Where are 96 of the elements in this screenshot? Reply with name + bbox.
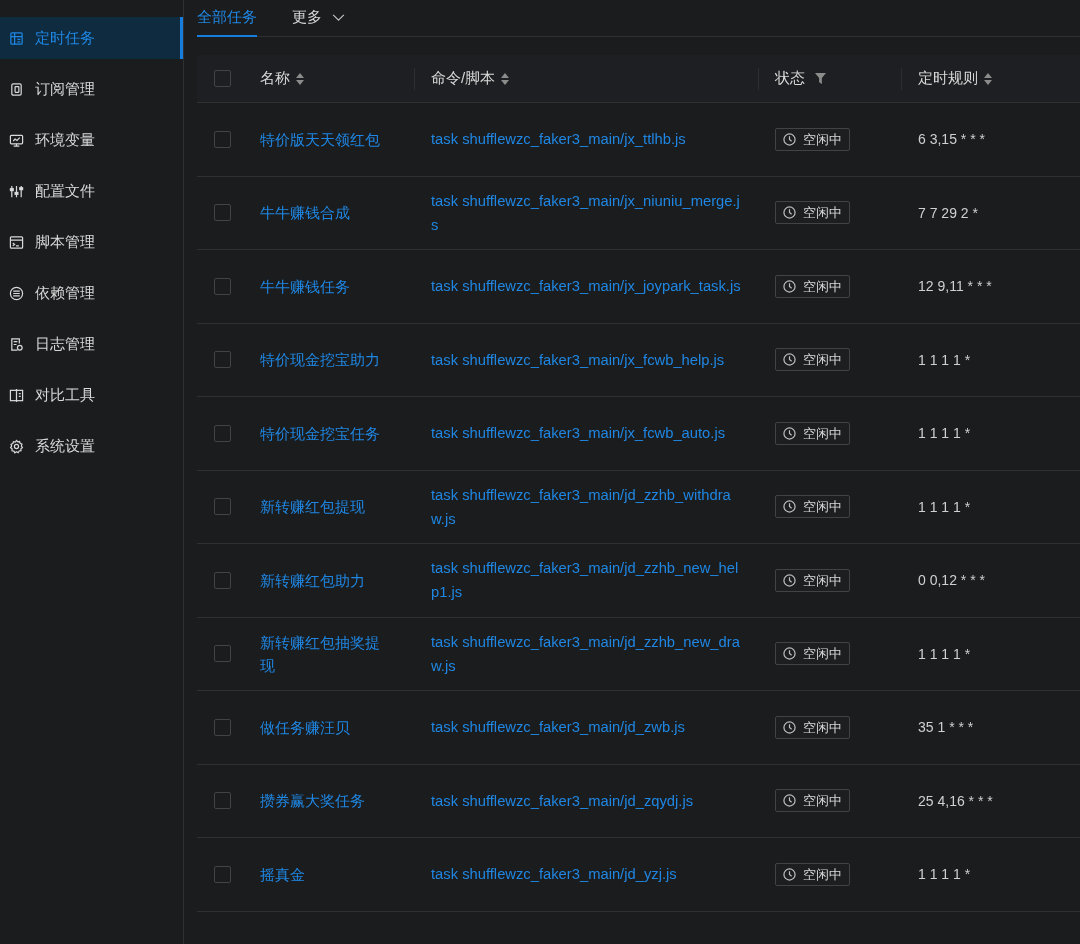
clock-icon [783, 206, 796, 220]
clock-icon [783, 279, 796, 293]
checkbox[interactable] [214, 571, 231, 589]
schedule-text: 7 7 29 2 * [918, 204, 978, 221]
calendar-icon [9, 30, 24, 46]
split-panel-icon [9, 387, 24, 403]
book-icon [9, 81, 24, 97]
clock-icon [783, 867, 796, 881]
status-text: 空闲中 [803, 204, 842, 222]
status-text: 空闲中 [803, 130, 842, 149]
status-text: 空闲中 [803, 277, 842, 296]
status-text: 空闲中 [803, 792, 842, 810]
status-text: 空闲中 [803, 424, 842, 443]
column-header: 定时规则 [918, 68, 978, 89]
command-link[interactable]: task shufflewzc_faker3_main/jx_fcwb_auto.js [431, 421, 743, 446]
schedule-text: 1 1 1 1 * [918, 425, 971, 442]
sidebar-item[interactable]: 配置文件 [0, 170, 183, 212]
command-link[interactable]: task shufflewzc_faker3_main/jx_niuniu_merge.js [431, 188, 743, 237]
checkbox[interactable] [214, 70, 231, 87]
column-header: 名称 [260, 68, 290, 89]
sort-icon[interactable] [501, 72, 510, 85]
task-name-link[interactable]: 特价现金挖宝助力 [260, 348, 390, 372]
sidebar-item[interactable]: 系统设置 [0, 425, 183, 467]
settings-icon [9, 438, 24, 454]
list-circle-icon [9, 285, 24, 301]
sidebar-item[interactable]: 定时任务 [0, 17, 183, 59]
status-text: 空闲中 [803, 718, 842, 737]
column-header: 状态 [775, 68, 805, 89]
schedule-text: 6 3,15 * * * [918, 131, 985, 148]
status-text: 空闲中 [803, 571, 842, 590]
command-link[interactable]: task shufflewzc_faker3_main/jd_yzj.js [431, 862, 743, 887]
sidebar-item[interactable]: 环境变量 [0, 119, 183, 161]
monitor-icon [9, 132, 24, 148]
clock-icon [783, 500, 796, 514]
sliders-icon [9, 183, 24, 199]
sidebar-item[interactable]: 订阅管理 [0, 68, 183, 110]
clock-icon [783, 573, 796, 587]
command-link[interactable]: task shufflewzc_faker3_main/jd_zzhb_new_draw.js [431, 629, 743, 678]
schedule-text: 1 1 1 1 * [918, 351, 971, 368]
task-name-link[interactable]: 牛牛赚钱合成 [260, 201, 390, 225]
command-link[interactable]: task shufflewzc_faker3_main/jd_zzhb_new_help1.js [431, 556, 743, 605]
checkbox[interactable] [214, 498, 231, 516]
sidebar-item[interactable]: 脚本管理 [0, 221, 183, 263]
command-link[interactable]: task shufflewzc_faker3_main/jx_ttlhb.js [431, 127, 743, 152]
clock-icon [783, 132, 796, 146]
command-link[interactable]: task shufflewzc_faker3_main/jd_zqydj.js [431, 788, 743, 813]
checkbox[interactable] [214, 277, 231, 295]
task-name-link[interactable]: 特价现金挖宝任务 [260, 421, 390, 445]
task-name-link[interactable]: 牛牛赚钱任务 [260, 274, 390, 298]
checkbox[interactable] [214, 130, 231, 148]
schedule-text: 0 0,12 * * * [918, 572, 985, 589]
status-text: 空闲中 [803, 351, 842, 369]
checkbox[interactable] [214, 718, 231, 736]
task-name-link[interactable]: 摇真金 [260, 862, 390, 886]
checkbox[interactable] [214, 865, 231, 883]
filter-icon[interactable] [815, 73, 826, 84]
schedule-text: 25 4,16 * * * [918, 792, 993, 809]
status-text: 空闲中 [803, 498, 842, 516]
tab[interactable]: 更多 [292, 0, 345, 37]
tab[interactable]: 全部任务 [197, 0, 257, 37]
chevron-down-icon [332, 13, 345, 22]
checkbox[interactable] [214, 204, 231, 222]
clock-icon [783, 647, 796, 661]
clock-icon [783, 426, 796, 440]
command-link[interactable]: task shufflewzc_faker3_main/jx_fcwb_help.js [431, 347, 743, 372]
task-name-link[interactable]: 攒券赢大奖任务 [260, 789, 390, 813]
checkbox[interactable] [214, 424, 231, 442]
schedule-text: 1 1 1 1 * [918, 866, 971, 883]
sort-icon[interactable] [296, 72, 304, 85]
status-text: 空闲中 [803, 645, 842, 663]
schedule-text: 35 1 * * * [918, 719, 974, 736]
checkbox[interactable] [214, 645, 231, 663]
schedule-text: 12 9,11 * * * [918, 278, 992, 295]
code-window-icon [9, 234, 24, 250]
task-name-link[interactable]: 特价版天天领红包 [260, 127, 390, 151]
sidebar-item[interactable]: 对比工具 [0, 374, 183, 416]
checkbox[interactable] [214, 351, 231, 369]
task-name-link[interactable]: 新转赚红包抽奖提现 [260, 630, 390, 677]
status-text: 空闲中 [803, 865, 842, 884]
checkbox[interactable] [214, 792, 231, 810]
schedule-text: 1 1 1 1 * [918, 498, 971, 515]
task-name-link[interactable]: 做任务赚汪贝 [260, 715, 390, 739]
file-icon [9, 336, 24, 352]
sort-icon[interactable] [984, 72, 992, 85]
column-header: 命令/脚本 [431, 68, 496, 89]
task-name-link[interactable]: 新转赚红包助力 [260, 568, 390, 592]
clock-icon [783, 720, 796, 734]
task-name-link[interactable]: 新转赚红包提现 [260, 495, 390, 519]
clock-icon [783, 794, 796, 808]
command-link[interactable]: task shufflewzc_faker3_main/jd_zzhb_withdraw.js [431, 482, 743, 531]
clock-icon [783, 353, 796, 367]
command-link[interactable]: task shufflewzc_faker3_main/jx_joypark_task.js [431, 274, 743, 299]
sidebar-item[interactable]: 依赖管理 [0, 272, 183, 314]
sidebar-item[interactable]: 日志管理 [0, 323, 183, 365]
schedule-text: 1 1 1 1 * [918, 645, 971, 662]
command-link[interactable]: task shufflewzc_faker3_main/jd_zwb.js [431, 715, 743, 740]
